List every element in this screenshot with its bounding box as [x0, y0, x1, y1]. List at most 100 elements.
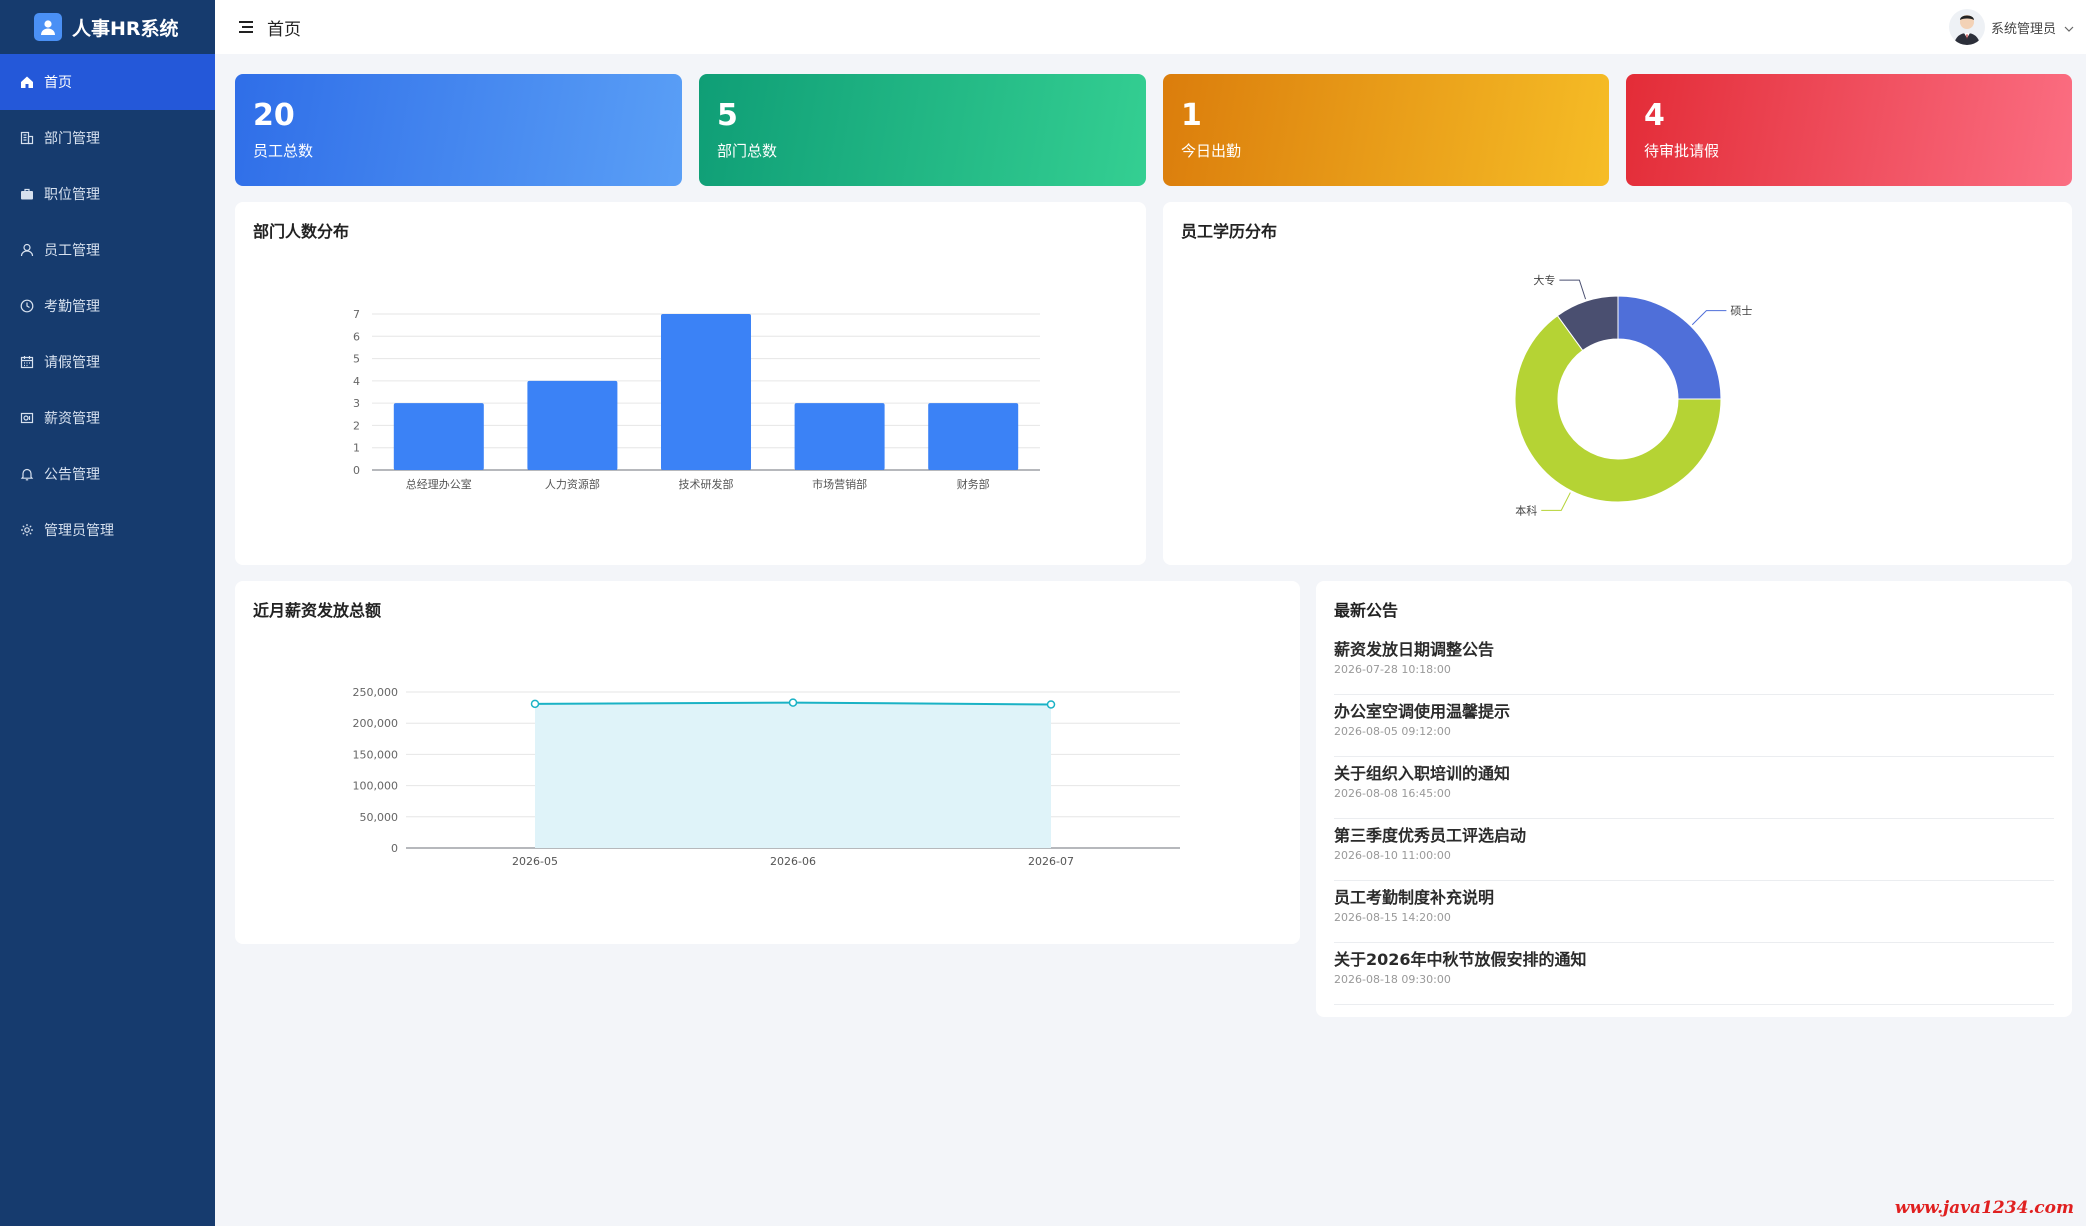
stat-value: 4: [1644, 98, 1665, 133]
slice-label: 本科: [1515, 503, 1537, 517]
user-menu[interactable]: 系统管理员: [1948, 6, 2074, 48]
bar: [928, 403, 1019, 470]
stat-card-departments[interactable]: 5 部门总数: [699, 74, 1146, 186]
notice-time: 2026-08-05 09:12:00: [1334, 725, 1451, 738]
notice-title[interactable]: 第三季度优秀员工评选启动: [1334, 825, 2054, 847]
y-tick-label: 5: [353, 353, 360, 366]
bar: [794, 403, 885, 470]
notice-item[interactable]: 薪资发放日期调整公告 2026-07-28 10:18:00: [1334, 633, 2054, 695]
bell-icon: [19, 466, 35, 482]
calendar-icon: [19, 354, 35, 370]
sidebar-item-departments[interactable]: 部门管理: [0, 110, 215, 166]
stat-label: 待审批请假: [1644, 142, 1720, 160]
y-tick-label: 6: [353, 330, 360, 343]
stat-label: 员工总数: [253, 142, 314, 160]
stat-card-employees[interactable]: 20 员工总数: [235, 74, 682, 186]
y-tick-label: 1: [353, 442, 360, 455]
sidebar-item-employees[interactable]: 员工管理: [0, 222, 215, 278]
edu-chart-panel: 员工学历分布 硕士 本科 大专: [1163, 202, 2072, 565]
notice-time: 2026-08-18 09:30:00: [1334, 973, 1451, 986]
notice-item[interactable]: 关于组织入职培训的通知 2026-08-08 16:45:00: [1334, 757, 2054, 819]
notice-time: 2026-07-28 10:18:00: [1334, 663, 1451, 676]
stat-value: 20: [253, 98, 295, 133]
dept-chart-panel: 部门人数分布 0 1 2 3 4 5 6 7 总经理办公室 人力资源部 技术研发部 市场营销部 财务部: [235, 202, 1146, 565]
app-logo[interactable]: 人事HR系统: [0, 0, 215, 54]
panel-title: 最新公告: [1334, 601, 1399, 620]
sidebar-item-label: 请假管理: [44, 355, 100, 371]
data-point: [1046, 700, 1056, 709]
menu-toggle-icon[interactable]: [237, 18, 255, 36]
data-point: [788, 698, 798, 707]
notice-item[interactable]: 办公室空调使用温馨提示 2026-08-05 09:12:00: [1334, 695, 2054, 757]
label-leader-line: [1559, 279, 1587, 300]
notice-time: 2026-08-10 11:00:00: [1334, 849, 1451, 862]
label-leader-line: [1541, 492, 1571, 511]
notice-item[interactable]: 关于2026年中秋节放假安排的通知 2026-08-18 09:30:00: [1334, 943, 2054, 1005]
sidebar-item-label: 公告管理: [44, 467, 100, 483]
y-tick-label: 0: [353, 464, 360, 477]
notice-title[interactable]: 关于2026年中秋节放假安排的通知: [1334, 949, 2054, 971]
y-tick-label: 3: [353, 397, 360, 410]
stat-label: 部门总数: [717, 142, 778, 160]
notice-title[interactable]: 薪资发放日期调整公告: [1334, 639, 2054, 661]
salary-chart-panel: 近月薪资发放总额 0 50,000 100,000 150,000 200,000 250…: [235, 581, 1300, 944]
sidebar-item-leave[interactable]: 请假管理: [0, 334, 215, 390]
sidebar-item-admins[interactable]: 管理员管理: [0, 502, 215, 558]
bar: [661, 314, 751, 470]
notice-time: 2026-08-15 14:20:00: [1334, 911, 1451, 924]
notice-list: 薪资发放日期调整公告 2026-07-28 10:18:00 办公室空调使用温馨提…: [1334, 633, 2072, 1005]
sidebar-item-salary[interactable]: 薪资管理: [0, 390, 215, 446]
x-tick-label: 2026-05: [512, 855, 558, 868]
y-tick-label: 0: [391, 842, 398, 855]
user-name: 系统管理员: [1990, 21, 2056, 37]
x-tick-label: 人力资源部: [545, 477, 600, 491]
chevron-down-icon[interactable]: [2064, 18, 2074, 37]
user-icon: [19, 242, 35, 258]
sidebar-item-label: 首页: [44, 75, 72, 91]
sidebar-item-positions[interactable]: 职位管理: [0, 166, 215, 222]
y-tick-label: 250,000: [353, 686, 399, 699]
avatar[interactable]: [1948, 9, 1985, 45]
building-icon: [19, 130, 35, 146]
edu-donut-chart: 硕士本科 大专: [1514, 273, 1752, 517]
sidebar-item-label: 考勤管理: [44, 299, 100, 315]
notice-title[interactable]: 办公室空调使用温馨提示: [1334, 701, 2054, 723]
sidebar-item-home[interactable]: 首页: [0, 54, 215, 110]
app-title: 人事HR系统: [72, 17, 179, 40]
sidebar: 人事HR系统 首页 部门管理 职位管理 员工管理 考勤管理 请假管理 薪资管理 …: [0, 0, 215, 1226]
briefcase-icon: [19, 186, 35, 202]
notice-item[interactable]: 员工考勤制度补充说明 2026-08-15 14:20:00: [1334, 881, 2054, 943]
y-tick-label: 2: [353, 419, 360, 432]
sidebar-item-attendance[interactable]: 考勤管理: [0, 278, 215, 334]
stat-value: 5: [717, 98, 738, 133]
notice-title[interactable]: 关于组织入职培训的通知: [1334, 763, 2054, 785]
x-tick-label: 总经理办公室: [406, 477, 472, 491]
notice-item[interactable]: 第三季度优秀员工评选启动 2026-08-10 11:00:00: [1334, 819, 2054, 881]
slice-label: 大专: [1533, 273, 1555, 287]
y-tick-label: 100,000: [353, 780, 399, 793]
sidebar-item-label: 薪资管理: [44, 411, 100, 427]
slice-label: 硕士: [1730, 305, 1752, 318]
notice-time: 2026-08-08 16:45:00: [1334, 787, 1451, 800]
watermark: www.java1234.com: [1894, 1198, 2074, 1218]
user-logo-icon: [34, 13, 62, 41]
area-fill: [535, 702, 1051, 848]
y-tick-label: 4: [353, 375, 360, 388]
x-tick-label: 2026-07: [1028, 855, 1074, 868]
notice-title[interactable]: 员工考勤制度补充说明: [1334, 887, 2054, 909]
stat-card-attendance[interactable]: 1 今日出勤: [1163, 74, 1609, 186]
sidebar-item-label: 管理员管理: [44, 523, 114, 539]
dept-bar-chart: 0 1 2 3 4 5 6 7 总经理办公室 人力资源部 技术研发部 市场营销部 财务部: [353, 308, 1040, 491]
y-tick-label: 200,000: [353, 717, 399, 730]
home-icon: [19, 74, 35, 90]
money-icon: [19, 410, 35, 426]
stat-card-pending-leave[interactable]: 4 待审批请假: [1626, 74, 2072, 186]
clock-icon: [19, 298, 35, 314]
x-tick-label: 市场营销部: [812, 477, 867, 491]
top-header: 首页 系统管理员: [215, 0, 2086, 54]
sidebar-item-announcements[interactable]: 公告管理: [0, 446, 215, 502]
sidebar-item-label: 员工管理: [44, 243, 100, 259]
x-tick-label: 技术研发部: [679, 477, 734, 491]
stat-value: 1: [1181, 98, 1202, 133]
y-tick-label: 50,000: [360, 811, 399, 824]
